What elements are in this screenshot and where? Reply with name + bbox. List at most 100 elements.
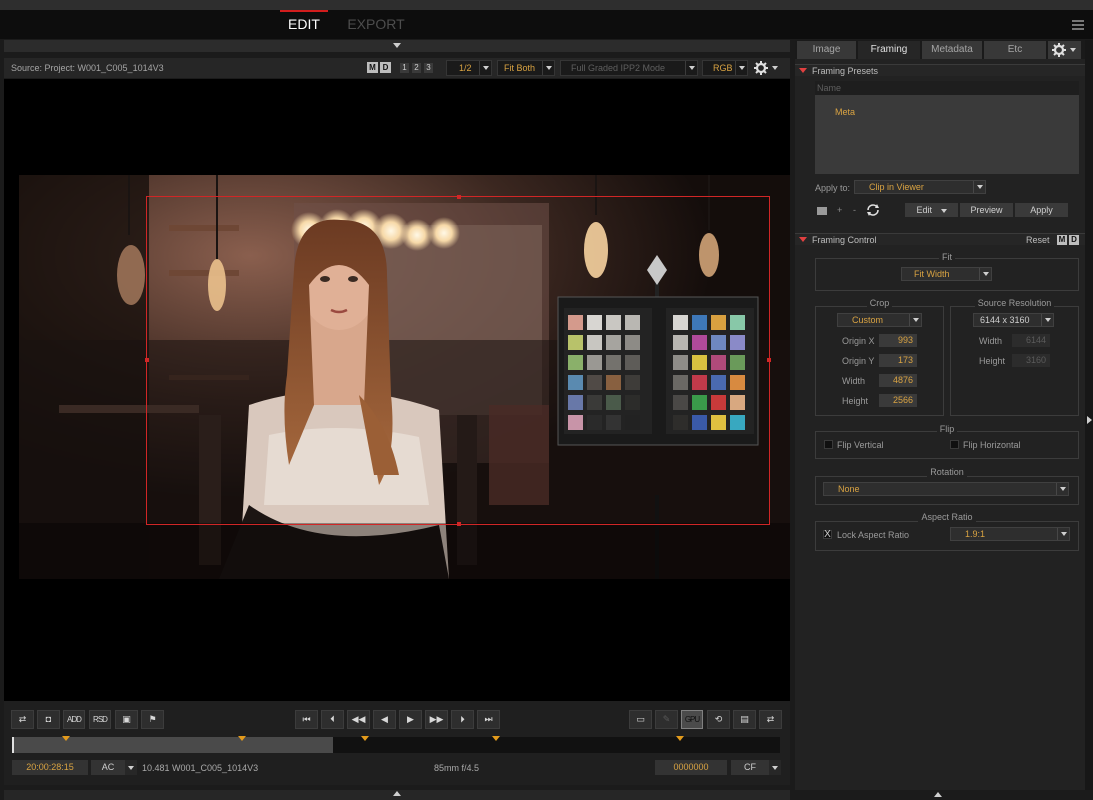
refresh-presets-button[interactable] — [865, 203, 881, 217]
view-1-button[interactable]: 1 — [400, 63, 409, 73]
apply-to-dropdown[interactable]: Clip in Viewer — [854, 180, 986, 194]
edit-preset-label: Edit — [916, 205, 932, 215]
timecode-mode[interactable]: AC — [91, 760, 125, 775]
framing-control-header[interactable]: Framing Control Reset M D — [795, 233, 1085, 245]
hamburger-menu-icon[interactable] — [1072, 20, 1084, 30]
preview-preset-button[interactable]: Preview — [960, 203, 1013, 217]
edit-preset-button[interactable]: Edit — [905, 203, 958, 217]
timeline-marker[interactable] — [62, 736, 70, 741]
apply-preset-button[interactable]: Apply — [1015, 203, 1068, 217]
play-button[interactable]: ▶ — [399, 710, 422, 729]
monitor-button[interactable]: ▭ — [629, 710, 652, 729]
snapshot-rsd-button[interactable]: RSD — [89, 710, 111, 729]
frame-count-display[interactable]: 0000000 — [655, 760, 727, 775]
crop-mode-value: Custom — [852, 315, 884, 325]
source-resolution-dropdown[interactable]: 6144 x 3160 — [973, 313, 1054, 327]
video-viewer[interactable] — [4, 79, 790, 701]
snapshot-button[interactable]: ◘ — [37, 710, 60, 729]
pin-button[interactable]: ✎ — [655, 710, 678, 729]
go-to-start-button[interactable]: ⏮ — [295, 710, 318, 729]
rotation-dropdown[interactable]: None — [823, 482, 1069, 496]
fit-value: Fit Both — [504, 63, 536, 73]
sync-out-button[interactable]: ⇄ — [759, 710, 782, 729]
remove-preset-button[interactable]: - — [853, 205, 856, 215]
previous-mark-button[interactable]: ⏴ — [321, 710, 344, 729]
collapse-top-bar[interactable] — [4, 40, 790, 52]
fit-dropdown[interactable]: Fit Both — [497, 60, 555, 76]
inspector-panel: Image Framing Metadata Etc Framing Prese… — [795, 40, 1085, 797]
view-3-button[interactable]: 3 — [424, 63, 433, 73]
clip-strip-button[interactable]: ▤ — [733, 710, 756, 729]
timeline-marker[interactable] — [238, 736, 246, 741]
timeline-scrubber[interactable] — [12, 736, 780, 753]
sync-toggle-button[interactable]: ⇄ — [11, 710, 34, 729]
crop-width-field[interactable]: 4876 — [879, 374, 917, 387]
chevron-down-icon[interactable] — [769, 760, 781, 775]
aspect-ratio-dropdown[interactable]: 1.9:1 — [950, 527, 1070, 541]
timeline-marker[interactable] — [676, 736, 684, 741]
timeline-marker[interactable] — [361, 736, 369, 741]
apply-to-value: Clip in Viewer — [869, 182, 924, 192]
view-2-button[interactable]: 2 — [412, 63, 421, 73]
framing-control-title: Framing Control — [812, 235, 877, 245]
metadata-reset-button[interactable]: M — [1057, 235, 1067, 245]
chevron-down-icon[interactable] — [125, 760, 137, 775]
crop-height-field[interactable]: 2566 — [879, 394, 917, 407]
go-to-end-button[interactable]: ⏭ — [477, 710, 500, 729]
source-label: Source: Project: W001_C005_1014V3 — [11, 63, 164, 73]
crop-handle-right[interactable] — [767, 358, 771, 362]
crop-handle-top[interactable] — [457, 195, 461, 199]
fit-label-text: Fit — [939, 252, 955, 262]
resolution-dropdown[interactable]: 1/2 — [446, 60, 492, 76]
viewer-settings-button[interactable] — [753, 60, 781, 76]
tab-image[interactable]: Image — [797, 41, 856, 59]
tab-framing[interactable]: Framing — [858, 41, 920, 59]
source-resolution-label-text: Source Resolution — [974, 298, 1055, 308]
playhead[interactable] — [12, 737, 14, 753]
color-mode-dropdown[interactable]: Full Graded IPP2 Mode — [560, 60, 698, 76]
folder-icon[interactable] — [817, 207, 827, 215]
gpu-button[interactable]: GPU — [681, 710, 703, 729]
framing-presets-header[interactable]: Framing Presets — [795, 64, 1085, 76]
gear-icon — [754, 61, 778, 75]
chevron-down-icon — [1056, 483, 1068, 495]
preset-item-meta[interactable]: Meta — [835, 107, 855, 117]
tab-edit[interactable]: EDIT — [280, 10, 328, 39]
fit-mode-dropdown[interactable]: Fit Width — [901, 267, 992, 281]
metadata-overlay-button[interactable]: M — [367, 62, 378, 73]
flip-horizontal-checkbox[interactable] — [950, 440, 959, 449]
add-preset-button[interactable]: + — [837, 205, 842, 215]
frame-mode[interactable]: CF — [731, 760, 769, 775]
apply-to-label: Apply to: — [815, 183, 851, 193]
flag-button[interactable]: ⚑ — [141, 710, 164, 729]
step-back-button[interactable]: ◀ — [373, 710, 396, 729]
display-reset-button[interactable]: D — [1069, 235, 1079, 245]
presets-list[interactable]: Name Meta — [815, 81, 1079, 174]
crop-overlay-frame[interactable] — [145, 195, 771, 526]
loop-button[interactable]: ⟲ — [707, 710, 730, 729]
timeline-marker[interactable] — [492, 736, 500, 741]
tab-etc[interactable]: Etc — [984, 41, 1046, 59]
rewind-button[interactable]: ◀◀ — [347, 710, 370, 729]
panel-collapse-chevron-icon[interactable] — [934, 792, 942, 797]
crop-handle-left[interactable] — [145, 358, 149, 362]
snapshot-add-button[interactable]: ADD — [63, 710, 85, 729]
flip-vertical-checkbox[interactable] — [824, 440, 833, 449]
tab-export[interactable]: EXPORT — [345, 10, 407, 39]
crop-mode-dropdown[interactable]: Custom — [837, 313, 922, 327]
channel-dropdown[interactable]: RGB — [702, 60, 748, 76]
origin-x-field[interactable]: 993 — [879, 334, 917, 347]
reset-button[interactable]: Reset — [1026, 234, 1050, 246]
tab-metadata[interactable]: Metadata — [922, 41, 982, 59]
display-overlay-button[interactable]: D — [380, 62, 391, 73]
next-mark-button[interactable]: ⏵ — [451, 710, 474, 729]
lock-aspect-ratio-checkbox[interactable]: X — [823, 530, 832, 540]
panel-edge-strip[interactable] — [1085, 40, 1093, 790]
fast-forward-button[interactable]: ▶▶ — [425, 710, 448, 729]
crop-handle-bottom[interactable] — [457, 522, 461, 526]
timecode-display[interactable]: 20:00:28:15 — [12, 760, 88, 775]
origin-y-field[interactable]: 173 — [879, 354, 917, 367]
collapse-bottom-bar[interactable] — [4, 790, 790, 800]
panel-settings-button[interactable] — [1048, 41, 1081, 59]
image-view-button[interactable]: ▣ — [115, 710, 138, 729]
